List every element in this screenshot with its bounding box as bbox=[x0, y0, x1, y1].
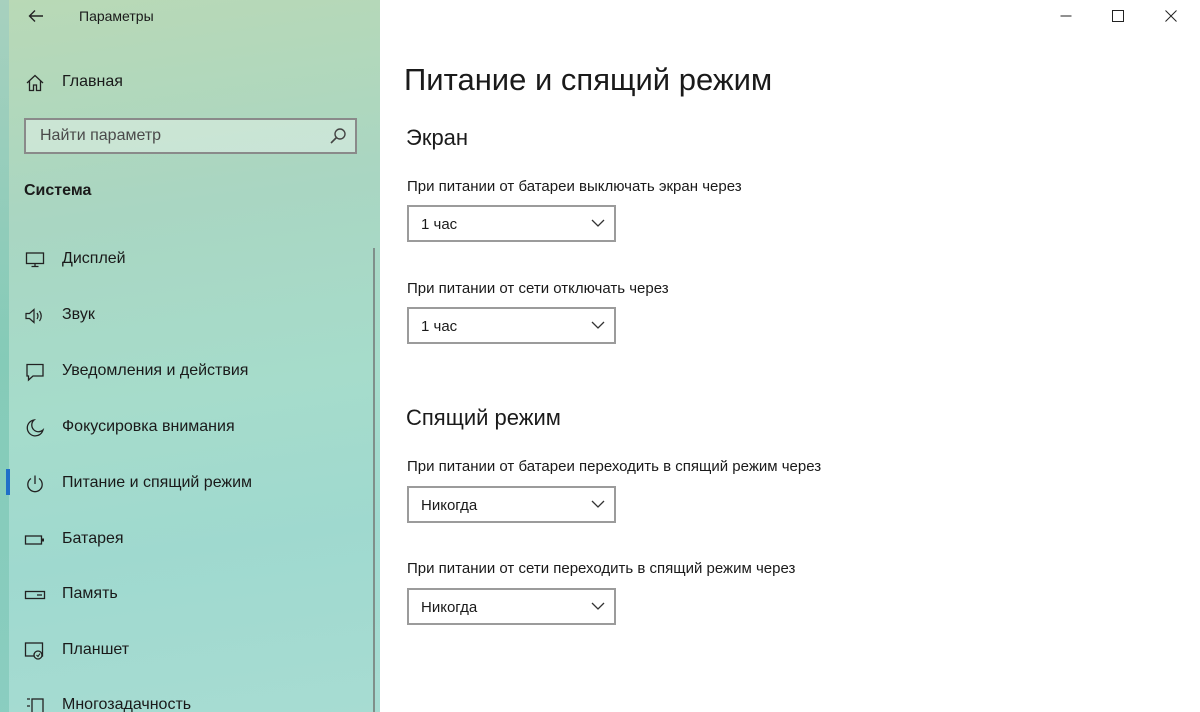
sleep-battery-label: При питании от батареи переходить в спящ… bbox=[407, 458, 822, 475]
power-icon bbox=[24, 473, 46, 495]
speaker-icon bbox=[24, 305, 46, 327]
maximize-button[interactable] bbox=[1095, 0, 1141, 32]
chevron-down-icon bbox=[591, 602, 605, 610]
sleep-plugged-label: При питании от сети переходить в спящий … bbox=[407, 560, 796, 577]
sidebar-item-label: Главная bbox=[62, 73, 123, 90]
sidebar-scrollbar[interactable] bbox=[373, 248, 375, 712]
back-arrow-icon bbox=[28, 10, 43, 22]
screen-section-heading: Экран bbox=[406, 125, 469, 150]
sleep-plugged-dropdown[interactable]: Никогда bbox=[407, 588, 616, 625]
close-icon bbox=[1165, 10, 1177, 22]
maximize-icon bbox=[1112, 10, 1124, 22]
home-icon bbox=[24, 72, 46, 94]
screen-plugged-label: При питании от сети отключать через bbox=[407, 280, 669, 297]
sidebar-item-label: Звук bbox=[62, 306, 95, 323]
sidebar-item-label: Дисплей bbox=[62, 250, 126, 267]
close-button[interactable] bbox=[1148, 0, 1194, 32]
sidebar-item-label: Планшет bbox=[62, 641, 130, 658]
sidebar-item-tablet[interactable]: Планшет bbox=[0, 630, 380, 670]
sidebar-item-focus-assist[interactable]: Фокусировка внимания bbox=[0, 407, 380, 447]
sidebar-item-label: Батарея bbox=[62, 530, 124, 547]
chevron-down-icon bbox=[591, 321, 605, 329]
notification-icon bbox=[24, 361, 46, 383]
sidebar-item-sound[interactable]: Звук bbox=[0, 295, 380, 335]
sidebar-item-label: Питание и спящий режим bbox=[62, 474, 253, 491]
sidebar-item-label: Уведомления и действия bbox=[62, 362, 249, 379]
sidebar-item-storage[interactable]: Память bbox=[0, 574, 380, 614]
moon-icon bbox=[24, 417, 46, 439]
chevron-down-icon bbox=[591, 219, 605, 227]
sidebar-item-display[interactable]: Дисплей bbox=[0, 239, 380, 279]
storage-icon bbox=[24, 584, 46, 606]
sidebar-item-label: Фокусировка внимания bbox=[62, 418, 235, 435]
dropdown-value: Никогда bbox=[421, 599, 478, 616]
sidebar: Параметры Главная Система Дисплей bbox=[0, 0, 380, 712]
dropdown-value: 1 час bbox=[421, 318, 458, 335]
minimize-button[interactable] bbox=[1043, 0, 1089, 32]
sidebar-item-label: Многозадачность bbox=[62, 696, 192, 712]
back-button[interactable] bbox=[18, 2, 54, 30]
search-input[interactable] bbox=[26, 120, 330, 152]
chevron-down-icon bbox=[591, 500, 605, 508]
tablet-icon bbox=[24, 640, 46, 662]
sidebar-item-label: Память bbox=[62, 585, 118, 602]
page-title: Питание и спящий режим bbox=[404, 62, 773, 97]
sidebar-item-battery[interactable]: Батарея bbox=[0, 519, 380, 559]
minimize-icon bbox=[1060, 15, 1072, 17]
search-box[interactable] bbox=[24, 118, 357, 154]
sleep-section-heading: Спящий режим bbox=[406, 405, 561, 430]
monitor-icon bbox=[24, 249, 46, 271]
sidebar-item-home[interactable]: Главная bbox=[0, 62, 380, 102]
window-title: Параметры bbox=[79, 8, 154, 24]
screen-plugged-dropdown[interactable]: 1 час bbox=[407, 307, 616, 344]
dropdown-value: 1 час bbox=[421, 216, 458, 233]
sidebar-item-multitasking[interactable]: Многозадачность bbox=[0, 685, 380, 712]
sidebar-item-power-sleep[interactable]: Питание и спящий режим bbox=[0, 463, 380, 503]
sidebar-item-notifications[interactable]: Уведомления и действия bbox=[0, 351, 380, 391]
dropdown-value: Никогда bbox=[421, 497, 478, 514]
multitasking-icon bbox=[24, 695, 46, 712]
screen-battery-label: При питании от батареи выключать экран ч… bbox=[407, 178, 742, 195]
sleep-battery-dropdown[interactable]: Никогда bbox=[407, 486, 616, 523]
section-title-system: Система bbox=[24, 182, 92, 199]
battery-icon bbox=[24, 529, 46, 551]
screen-battery-dropdown[interactable]: 1 час bbox=[407, 205, 616, 242]
search-icon[interactable] bbox=[329, 127, 347, 145]
